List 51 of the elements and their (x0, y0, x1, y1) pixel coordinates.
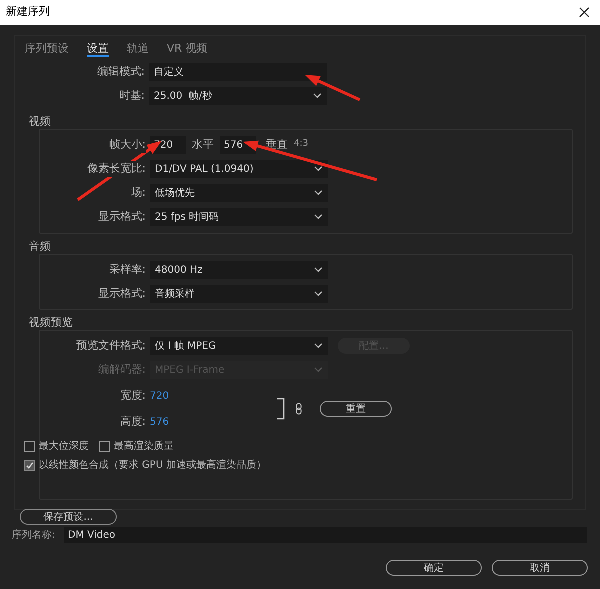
annotation-arrow (305, 75, 361, 102)
bracket-icon (276, 398, 286, 420)
field-label: 水平 (192, 136, 214, 153)
input-field[interactable]: 576 (220, 136, 256, 154)
field-label: 像素长宽比: (87, 160, 146, 178)
dropdown[interactable]: 25 fps 时间码 (150, 208, 328, 226)
dropdown[interactable]: D1/DV PAL (1.0940) (150, 160, 328, 178)
field-label: 宽度: (119, 388, 147, 404)
window-title: 新建序列 (6, 4, 50, 20)
field-label: 帧大小: (109, 136, 146, 154)
dropdown[interactable]: 音频采样 (150, 285, 328, 303)
group-title: 音频 (29, 240, 52, 254)
tab[interactable]: 序列预设 (25, 41, 69, 57)
sequence-name-field[interactable]: DM Video (64, 527, 587, 543)
field-label: 垂直 (266, 136, 288, 153)
field-label: 高度: (119, 414, 147, 430)
link-icon[interactable] (296, 403, 302, 415)
dimension-value[interactable]: 576 (150, 414, 170, 430)
caret-icon (314, 190, 323, 196)
checkbox[interactable] (24, 441, 35, 452)
checkbox-label: 最大位深度 (39, 440, 89, 454)
dropdown[interactable]: 48000 Hz (150, 261, 328, 279)
input-field[interactable]: 自定义 (149, 63, 327, 81)
aspect-ratio: 4:3 (294, 138, 308, 152)
close-icon[interactable] (579, 7, 590, 18)
dialog-button[interactable]: 取消 (492, 560, 588, 576)
dialog-button[interactable]: 确定 (386, 560, 482, 576)
field-label: 序列名称: (12, 528, 56, 542)
save-preset-button[interactable]: 保存预设... (20, 509, 117, 525)
dropdown[interactable]: 低场优先 (150, 184, 328, 202)
tab[interactable]: 设置 (87, 41, 109, 57)
checkbox-label: 最高渲染质量 (114, 440, 174, 454)
reset-button[interactable]: 重置 (320, 401, 392, 417)
tab[interactable]: 轨道 (127, 41, 149, 57)
group-title: 视频 (29, 115, 52, 129)
checkbox-label: 以线性颜色合成（要求 GPU 加速或最高渲染品质） (39, 458, 266, 473)
caret-icon (314, 367, 323, 373)
caret-icon (314, 214, 323, 220)
caret-icon (314, 343, 323, 349)
dropdown[interactable]: 25.00 帧/秒 (149, 87, 327, 105)
dropdown[interactable]: 仅 I 帧 MPEG (150, 337, 328, 355)
checkbox[interactable] (24, 460, 35, 471)
check-icon (26, 462, 34, 470)
checkbox[interactable] (99, 441, 110, 452)
group-title: 视频预览 (29, 316, 74, 330)
caret-icon (314, 166, 323, 172)
caret-icon (314, 291, 323, 297)
caret-icon (314, 267, 323, 273)
dimension-value[interactable]: 720 (150, 388, 170, 404)
caret-icon (313, 93, 322, 99)
tab[interactable]: VR 视频 (167, 41, 208, 57)
